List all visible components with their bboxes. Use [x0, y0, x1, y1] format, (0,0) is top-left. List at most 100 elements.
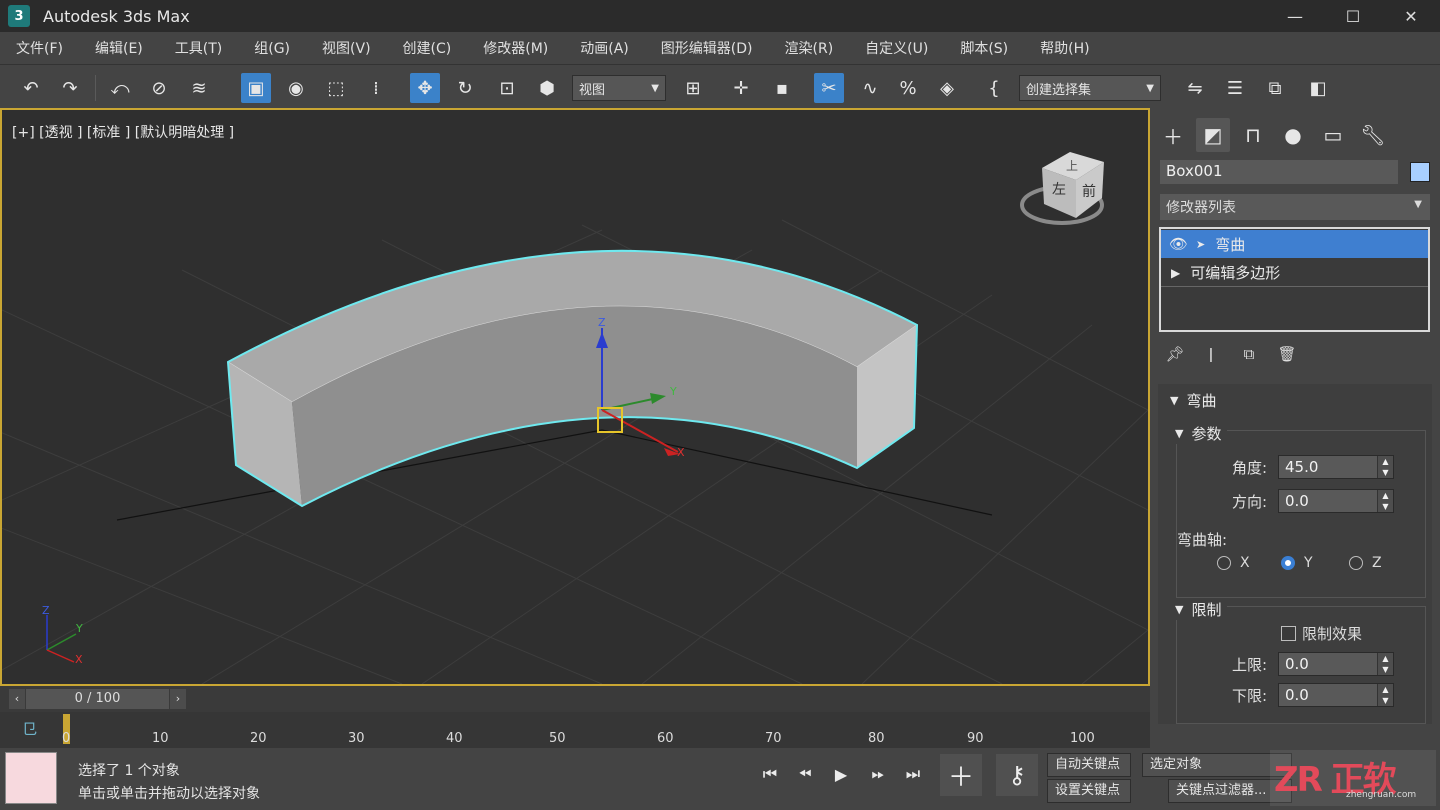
- menu-rendering[interactable]: 渲染(R): [769, 38, 850, 58]
- tick-label: 40: [446, 731, 463, 746]
- viewport-label[interactable]: [+] [透视 ] [标准 ] [默认明暗处理 ]: [12, 122, 234, 142]
- spinner-snap-icon[interactable]: ◈: [932, 73, 962, 103]
- object-name-field[interactable]: Box001: [1160, 160, 1398, 184]
- viewcube[interactable]: 上 左 前: [1020, 152, 1104, 225]
- spinner-arrows-icon[interactable]: ▲ ▼: [1377, 490, 1393, 512]
- link-icon[interactable]: ⤺: [105, 73, 135, 103]
- direction-spinner[interactable]: 0.0 ▲ ▼: [1278, 489, 1394, 513]
- menu-modifiers[interactable]: 修改器(M): [467, 38, 564, 58]
- next-frame-arrow-icon[interactable]: ›: [170, 689, 186, 709]
- pivot-center-icon[interactable]: ⊞: [678, 73, 708, 103]
- track-bar[interactable]: ⺋ 0 10 20 30 40 50 60 70 80 90 100: [0, 712, 1150, 748]
- select-by-name-icon[interactable]: ◉: [281, 73, 311, 103]
- menu-edit[interactable]: 编辑(E): [79, 38, 159, 58]
- menu-graph-editors[interactable]: 图形编辑器(D): [645, 38, 769, 58]
- lower-limit-spinner[interactable]: 0.0 ▲ ▼: [1278, 683, 1394, 707]
- add-time-tag-icon[interactable]: ＋: [940, 754, 982, 796]
- show-end-result-icon[interactable]: ǀ: [1198, 342, 1224, 366]
- menu-animation[interactable]: 动画(A): [564, 38, 645, 58]
- bent-box-mesh[interactable]: [226, 249, 919, 508]
- spinner-arrows-icon[interactable]: ▲ ▼: [1377, 456, 1393, 478]
- auto-key-button[interactable]: 自动关键点: [1047, 753, 1131, 777]
- axis-radio-z[interactable]: Z: [1349, 555, 1382, 571]
- rotate-icon[interactable]: ↻: [450, 73, 480, 103]
- modify-tab-icon[interactable]: ◩: [1196, 118, 1230, 152]
- region-select-icon[interactable]: ⬚: [321, 73, 351, 103]
- go-to-end-icon[interactable]: ⏭︎: [900, 762, 926, 786]
- undo-icon[interactable]: ↶: [16, 73, 46, 103]
- menu-scripting[interactable]: 脚本(S): [944, 38, 1024, 58]
- play-icon[interactable]: ▶: [828, 762, 854, 786]
- utilities-tab-icon[interactable]: 🔧︎: [1356, 118, 1390, 152]
- reference-coordinate-dropdown[interactable]: 视图 ▼: [572, 75, 666, 101]
- next-frame-icon[interactable]: ⏩︎: [865, 762, 891, 786]
- pin-stack-icon[interactable]: 📌︎: [1162, 342, 1188, 366]
- menu-file[interactable]: 文件(F): [0, 38, 79, 58]
- stack-item-editable-poly[interactable]: ▶ 可编辑多边形: [1161, 259, 1428, 287]
- unlink-icon[interactable]: ⊘: [144, 73, 174, 103]
- limit-effect-checkbox[interactable]: 限制效果: [1281, 623, 1362, 644]
- set-key-button[interactable]: 设置关键点: [1047, 779, 1131, 803]
- move-icon[interactable]: ✥: [410, 73, 440, 103]
- parameters-header[interactable]: ▼ 参数: [1175, 423, 1228, 444]
- collapse-icon: ▼: [1170, 394, 1179, 407]
- axis-radio-y[interactable]: Y: [1281, 555, 1313, 571]
- select-manipulate-icon[interactable]: ✛: [726, 73, 756, 103]
- expand-triangle-icon[interactable]: ▶: [1171, 266, 1180, 280]
- previous-frame-icon[interactable]: ⏪︎: [792, 762, 818, 786]
- menu-customize[interactable]: 自定义(U): [849, 38, 944, 58]
- remove-modifier-icon[interactable]: 🗑︎: [1274, 342, 1300, 366]
- hierarchy-tab-icon[interactable]: ⊓: [1236, 118, 1270, 152]
- toggle-ribbon-icon[interactable]: ◧: [1303, 73, 1333, 103]
- angle-snap-icon[interactable]: ∿: [855, 73, 885, 103]
- spinner-arrows-icon[interactable]: ▲ ▼: [1377, 653, 1393, 675]
- redo-icon[interactable]: ↷: [55, 73, 85, 103]
- axis-y-label: Y: [1304, 555, 1313, 571]
- minimize-button[interactable]: —: [1266, 0, 1324, 32]
- window-crossing-icon[interactable]: ⁞: [361, 73, 391, 103]
- bend-rollout-header[interactable]: ▼ 弯曲: [1170, 390, 1216, 411]
- align-icon[interactable]: ☰: [1220, 73, 1250, 103]
- maximize-button[interactable]: ☐: [1324, 0, 1382, 32]
- key-icon[interactable]: ⚷: [996, 754, 1038, 796]
- motion-tab-icon[interactable]: ●: [1276, 118, 1310, 152]
- menu-views[interactable]: 视图(V): [306, 38, 387, 58]
- object-color-swatch[interactable]: [1410, 162, 1430, 182]
- time-slider[interactable]: 0 / 100: [26, 689, 169, 709]
- place-icon[interactable]: ⬢: [532, 73, 562, 103]
- named-selection-set-dropdown[interactable]: 创建选择集 ▼: [1019, 75, 1161, 101]
- angle-spinner[interactable]: 45.0 ▲ ▼: [1278, 455, 1394, 479]
- create-tab-icon[interactable]: ＋: [1156, 118, 1190, 152]
- axis-radio-x[interactable]: X: [1217, 555, 1250, 571]
- mirror-icon[interactable]: ⇋: [1180, 73, 1210, 103]
- menu-group[interactable]: 组(G): [238, 38, 306, 58]
- display-tab-icon[interactable]: ▭: [1316, 118, 1350, 152]
- percent-snap-icon[interactable]: %: [893, 73, 923, 103]
- layer-explorer-icon[interactable]: ⧉: [1260, 73, 1290, 103]
- limits-header[interactable]: ▼ 限制: [1175, 599, 1228, 620]
- modifier-list-dropdown[interactable]: 修改器列表 ▼: [1160, 194, 1430, 220]
- menu-help[interactable]: 帮助(H): [1024, 38, 1105, 58]
- menu-tools[interactable]: 工具(T): [159, 38, 238, 58]
- scale-icon[interactable]: ⊡: [492, 73, 522, 103]
- edit-named-selection-icon[interactable]: {: [979, 73, 1009, 103]
- bind-space-warp-icon[interactable]: ≋: [184, 73, 214, 103]
- spinner-arrows-icon[interactable]: ▲ ▼: [1377, 684, 1393, 706]
- upper-limit-spinner[interactable]: 0.0 ▲ ▼: [1278, 652, 1394, 676]
- prev-frame-arrow-icon[interactable]: ‹: [9, 689, 25, 709]
- maxscript-listener-box[interactable]: [5, 752, 57, 804]
- axis-z-label: Z: [1372, 555, 1382, 571]
- go-to-start-icon[interactable]: ⏮︎: [757, 762, 783, 786]
- stack-item-bend[interactable]: 👁︎ ➤ 弯曲: [1161, 230, 1428, 258]
- limits-group: ▼ 限制 限制效果 上限: 0.0 ▲ ▼ 下限: 0.0 ▲ ▼: [1175, 599, 1426, 724]
- expand-arrow-icon[interactable]: ➤: [1196, 238, 1205, 251]
- close-button[interactable]: ✕: [1382, 0, 1440, 32]
- keyboard-shortcut-icon[interactable]: ▪: [767, 73, 797, 103]
- mini-curve-editor-icon[interactable]: ⺋: [22, 718, 37, 739]
- snaps-toggle-icon[interactable]: ✂: [814, 73, 844, 103]
- make-unique-icon[interactable]: ⧉: [1236, 342, 1262, 366]
- select-object-icon[interactable]: ▣: [241, 73, 271, 103]
- eye-icon[interactable]: 👁︎: [1169, 235, 1188, 253]
- menu-create[interactable]: 创建(C): [387, 38, 468, 58]
- perspective-viewport[interactable]: Z Y X 上 左 前 Z Y X [+] [透视 ] [标准 ] [默认明暗处…: [0, 108, 1150, 686]
